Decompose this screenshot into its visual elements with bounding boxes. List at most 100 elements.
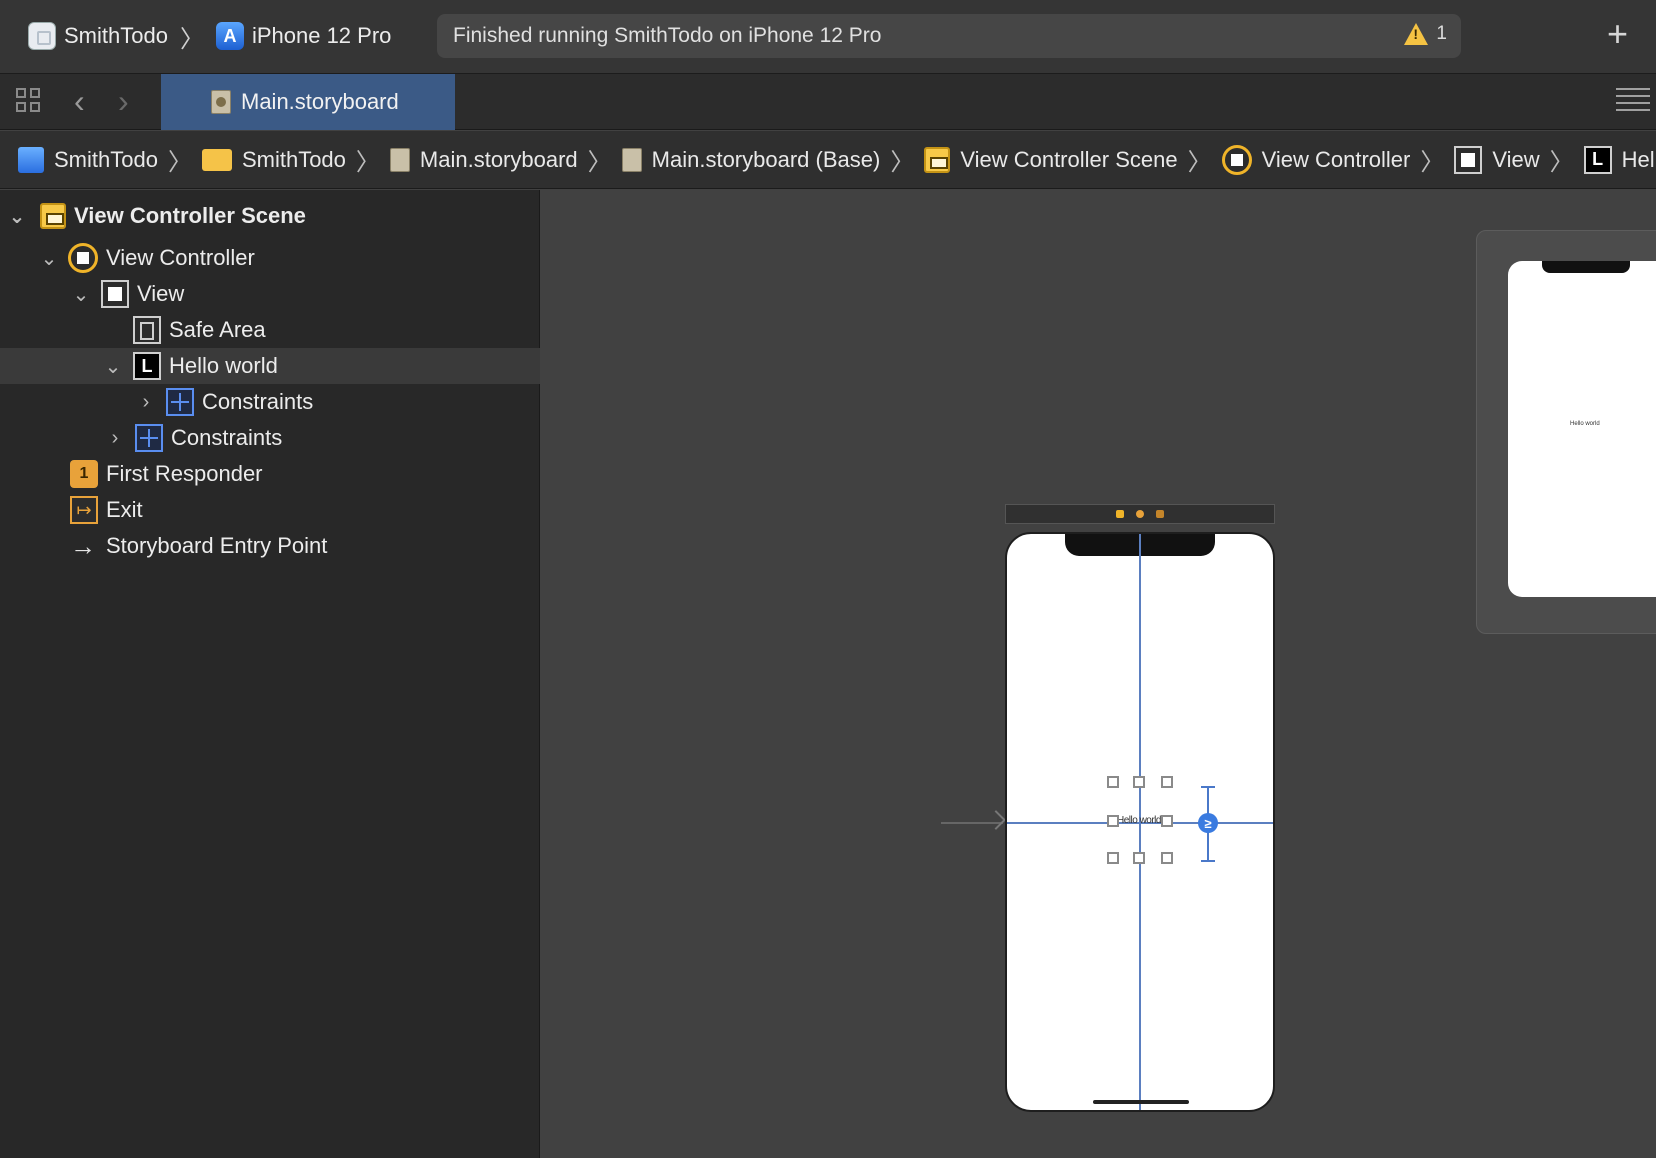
scene-icon	[924, 146, 951, 173]
view-controller-dock-icon[interactable]	[1116, 510, 1124, 518]
storyboard-canvas[interactable]: Hello world ≥ Hello world	[541, 190, 1656, 1158]
activity-status-text: Finished running SmithTodo on iPhone 12 …	[453, 24, 882, 47]
jump-bar: SmithTodo 〉 SmithTodo 〉 Main.storyboard …	[0, 131, 1656, 189]
resize-handle[interactable]	[1133, 776, 1145, 788]
hello-world-label[interactable]: Hello world	[1117, 815, 1161, 826]
app-icon	[28, 22, 56, 50]
chevron-right-icon[interactable]: ›	[137, 391, 155, 414]
label-icon: L	[1583, 145, 1612, 174]
device-notch	[1542, 261, 1630, 273]
outline-label: Exit	[106, 497, 143, 522]
view-controller-icon	[1221, 144, 1252, 175]
entry-point-arrow-head-icon	[986, 810, 1006, 830]
warning-indicator[interactable]: 1	[1404, 23, 1447, 45]
jumpbar-item-project[interactable]: SmithTodo	[18, 146, 158, 173]
outline-item-view[interactable]: ⌄ View	[0, 276, 540, 312]
warning-icon	[1404, 23, 1429, 45]
iphone-canvas-view[interactable]: Hello world ≥	[1005, 532, 1275, 1112]
constraint-cap	[1201, 786, 1215, 788]
add-library-button[interactable]: +	[1607, 14, 1628, 54]
chevron-right-icon: 〉	[1187, 149, 1212, 176]
jumpbar-item-scene[interactable]: View Controller Scene	[924, 146, 1178, 173]
outline-label: View	[137, 281, 185, 306]
editor-tab-bar: ‹ › Main.storyboard	[0, 74, 1656, 130]
outline-label: Safe Area	[169, 317, 266, 342]
chevron-right-icon: 〉	[890, 149, 915, 176]
entry-point-arrow-icon: →	[70, 530, 96, 561]
scheme-selector[interactable]: SmithTodo 〉 A iPhone 12 Pro	[28, 18, 391, 54]
forward-arrow-icon[interactable]: ›	[118, 84, 129, 118]
jumpbar-item-storyboard-base[interactable]: Main.storyboard (Base)	[621, 147, 880, 173]
resize-handle[interactable]	[1161, 852, 1173, 864]
chevron-right-icon[interactable]: ›	[106, 427, 124, 450]
outline-item-label-constraints[interactable]: › Constraints	[0, 384, 540, 420]
resize-handle[interactable]	[1107, 776, 1119, 788]
jumpbar-label: View Controller Scene	[960, 146, 1178, 172]
resize-handle[interactable]	[1161, 776, 1173, 788]
outline-label: View Controller Scene	[74, 203, 306, 228]
chevron-right-icon: 〉	[1549, 149, 1574, 176]
resize-handle[interactable]	[1107, 852, 1119, 864]
chevron-right-icon: 〉	[355, 149, 380, 176]
scene-icon	[40, 203, 66, 229]
constraint-cap	[1201, 860, 1215, 862]
tab-main-storyboard[interactable]: Main.storyboard	[161, 74, 455, 130]
chevron-down-icon[interactable]: ⌄	[72, 282, 90, 307]
window-toolbar: SmithTodo 〉 A iPhone 12 Pro Finished run…	[0, 0, 1656, 74]
first-responder-icon: 1	[70, 460, 98, 488]
tab-label: Main.storyboard	[241, 89, 399, 114]
related-items-icon[interactable]	[16, 88, 42, 114]
jumpbar-label: Hello w	[1621, 146, 1656, 172]
chevron-right-icon: 〉	[1420, 149, 1445, 176]
outline-item-scene[interactable]: ⌄ View Controller Scene	[0, 198, 540, 234]
chevron-right-icon: 〉	[587, 149, 612, 176]
editor-options-icon[interactable]	[1616, 88, 1650, 116]
back-arrow-icon[interactable]: ‹	[74, 84, 85, 118]
constraints-icon	[135, 424, 163, 452]
storyboard-file-icon	[389, 147, 410, 172]
label-icon: L	[133, 352, 161, 380]
outline-item-safe-area[interactable]: Safe Area	[0, 312, 540, 348]
outline-label: Hello world	[169, 353, 278, 378]
outline-item-hello-world[interactable]: ⌄ L Hello world	[0, 348, 540, 384]
scheme-name[interactable]: SmithTodo	[64, 23, 168, 49]
outline-label: Constraints	[171, 425, 283, 450]
scene-dock[interactable]	[1005, 504, 1275, 524]
outline-item-first-responder[interactable]: 1 First Responder	[0, 456, 540, 492]
jumpbar-item-storyboard[interactable]: Main.storyboard	[389, 147, 578, 173]
jumpbar-label: SmithTodo	[241, 146, 346, 172]
exit-icon: ↦	[70, 496, 98, 524]
resize-handle[interactable]	[1161, 815, 1173, 827]
run-destination[interactable]: iPhone 12 Pro	[252, 23, 391, 49]
secondary-hello-label: Hello world	[1570, 421, 1600, 427]
document-outline: ⌄ View Controller Scene ⌄ View Controlle…	[0, 190, 540, 1158]
outline-item-exit[interactable]: ↦ Exit	[0, 492, 540, 528]
chevron-right-icon: 〉	[179, 25, 204, 53]
outline-label: First Responder	[106, 461, 263, 486]
jumpbar-item-view[interactable]: View	[1454, 145, 1540, 174]
constraints-icon	[166, 388, 194, 416]
secondary-iphone-view[interactable]: Hello world	[1508, 261, 1656, 597]
jumpbar-item-label[interactable]: L Hello w	[1583, 145, 1656, 174]
jumpbar-label: View	[1492, 146, 1540, 172]
jumpbar-label: View Controller	[1261, 146, 1411, 172]
resize-handle[interactable]	[1133, 852, 1145, 864]
outline-item-view-constraints[interactable]: › Constraints	[0, 420, 540, 456]
chevron-down-icon[interactable]: ⌄	[104, 354, 122, 379]
secondary-scene-frame[interactable]: Hello world	[1476, 230, 1656, 634]
folder-icon	[201, 148, 232, 171]
chevron-down-icon[interactable]: ⌄	[8, 204, 26, 229]
chevron-down-icon[interactable]: ⌄	[40, 246, 58, 271]
constraint-badge[interactable]: ≥	[1198, 813, 1218, 833]
storyboard-file-icon	[621, 147, 642, 172]
jumpbar-item-folder[interactable]: SmithTodo	[201, 146, 346, 173]
safe-area-icon	[133, 316, 161, 344]
xcode-device-icon: A	[215, 22, 244, 50]
outline-item-view-controller[interactable]: ⌄ View Controller	[0, 240, 540, 276]
exit-dock-icon[interactable]	[1156, 510, 1164, 518]
outline-item-entry-point[interactable]: → Storyboard Entry Point	[0, 528, 540, 564]
jumpbar-item-view-controller[interactable]: View Controller	[1221, 144, 1411, 175]
resize-handle[interactable]	[1107, 815, 1119, 827]
first-responder-dock-icon[interactable]	[1136, 510, 1144, 518]
activity-viewer[interactable]: Finished running SmithTodo on iPhone 12 …	[437, 14, 1461, 58]
